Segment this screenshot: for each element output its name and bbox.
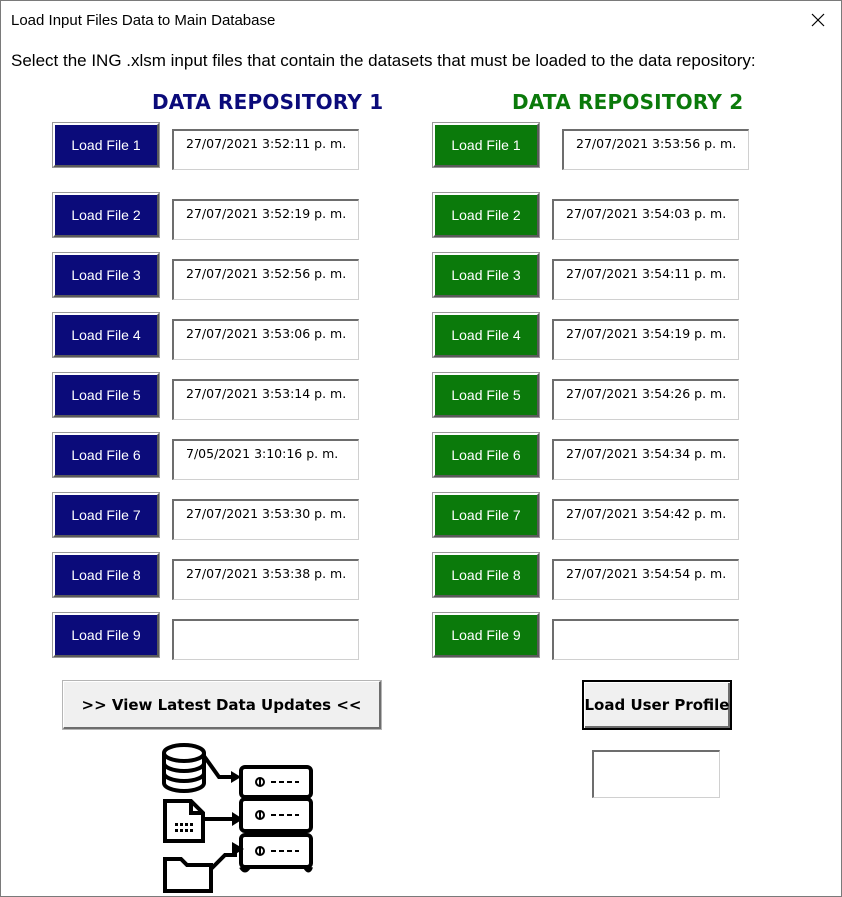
repo2-file-4-timestamp: 27/07/2021 3:54:19 p. m. — [552, 319, 739, 360]
repo1-load-file-8-button[interactable]: Load File 8 — [52, 552, 160, 598]
repo2-load-file-8-button[interactable]: Load File 8 — [432, 552, 540, 598]
repo1-file-3-timestamp: 27/07/2021 3:52:56 p. m. — [172, 259, 359, 300]
title-bar: Load Input Files Data to Main Database — [1, 1, 841, 39]
repo1-load-file-5-button[interactable]: Load File 5 — [52, 372, 160, 418]
repo1-file-7-timestamp: 27/07/2021 3:53:30 p. m. — [172, 499, 359, 540]
repo2-load-file-1-button[interactable]: Load File 1 — [432, 122, 540, 168]
repo1-file-8-timestamp: 27/07/2021 3:53:38 p. m. — [172, 559, 359, 600]
repo2-file-2-timestamp: 27/07/2021 3:54:03 p. m. — [552, 199, 739, 240]
repo1-file-5-timestamp: 27/07/2021 3:53:14 p. m. — [172, 379, 359, 420]
repo2-load-file-2-button[interactable]: Load File 2 — [432, 192, 540, 238]
repo2-load-file-3-button[interactable]: Load File 3 — [432, 252, 540, 298]
repo1-load-file-1-button[interactable]: Load File 1 — [52, 122, 160, 168]
repo1-heading: DATA REPOSITORY 1 — [152, 90, 384, 114]
repo2-heading: DATA REPOSITORY 2 — [512, 90, 744, 114]
repo1-load-file-4-button[interactable]: Load File 4 — [52, 312, 160, 358]
repo2-file-9-timestamp — [552, 619, 739, 660]
repo2-load-file-6-button[interactable]: Load File 6 — [432, 432, 540, 478]
repo2-file-7-timestamp: 27/07/2021 3:54:42 p. m. — [552, 499, 739, 540]
repo2-load-file-7-button[interactable]: Load File 7 — [432, 492, 540, 538]
repo1-file-2-timestamp: 27/07/2021 3:52:19 p. m. — [172, 199, 359, 240]
close-button[interactable] — [795, 1, 841, 39]
repo1-file-9-timestamp — [172, 619, 359, 660]
database-servers-icon — [162, 743, 313, 893]
user-profile-field[interactable] — [592, 750, 720, 798]
repo1-load-file-6-button[interactable]: Load File 6 — [52, 432, 160, 478]
repo1-load-file-2-button[interactable]: Load File 2 — [52, 192, 160, 238]
repo2-file-6-timestamp: 27/07/2021 3:54:34 p. m. — [552, 439, 739, 480]
repo1-file-1-timestamp: 27/07/2021 3:52:11 p. m. — [172, 129, 359, 170]
close-icon — [811, 13, 825, 27]
load-files-dialog: Load Input Files Data to Main Database S… — [0, 0, 842, 897]
load-user-profile-button[interactable]: Load User Profile — [582, 680, 732, 730]
repo1-load-file-9-button[interactable]: Load File 9 — [52, 612, 160, 658]
window-title: Load Input Files Data to Main Database — [11, 12, 276, 29]
repo2-file-5-timestamp: 27/07/2021 3:54:26 p. m. — [552, 379, 739, 420]
repo2-file-1-timestamp: 27/07/2021 3:53:56 p. m. — [562, 129, 749, 170]
repo2-load-file-9-button[interactable]: Load File 9 — [432, 612, 540, 658]
repo1-file-6-timestamp: 7/05/2021 3:10:16 p. m. — [172, 439, 359, 480]
repo2-file-3-timestamp: 27/07/2021 3:54:11 p. m. — [552, 259, 739, 300]
repo1-load-file-3-button[interactable]: Load File 3 — [52, 252, 160, 298]
view-latest-updates-button[interactable]: >> View Latest Data Updates << — [62, 680, 382, 730]
repo2-load-file-4-button[interactable]: Load File 4 — [432, 312, 540, 358]
repo1-file-4-timestamp: 27/07/2021 3:53:06 p. m. — [172, 319, 359, 360]
instruction-text: Select the ING .xlsm input files that co… — [11, 51, 756, 70]
repo2-load-file-5-button[interactable]: Load File 5 — [432, 372, 540, 418]
repo1-load-file-7-button[interactable]: Load File 7 — [52, 492, 160, 538]
repo2-file-8-timestamp: 27/07/2021 3:54:54 p. m. — [552, 559, 739, 600]
